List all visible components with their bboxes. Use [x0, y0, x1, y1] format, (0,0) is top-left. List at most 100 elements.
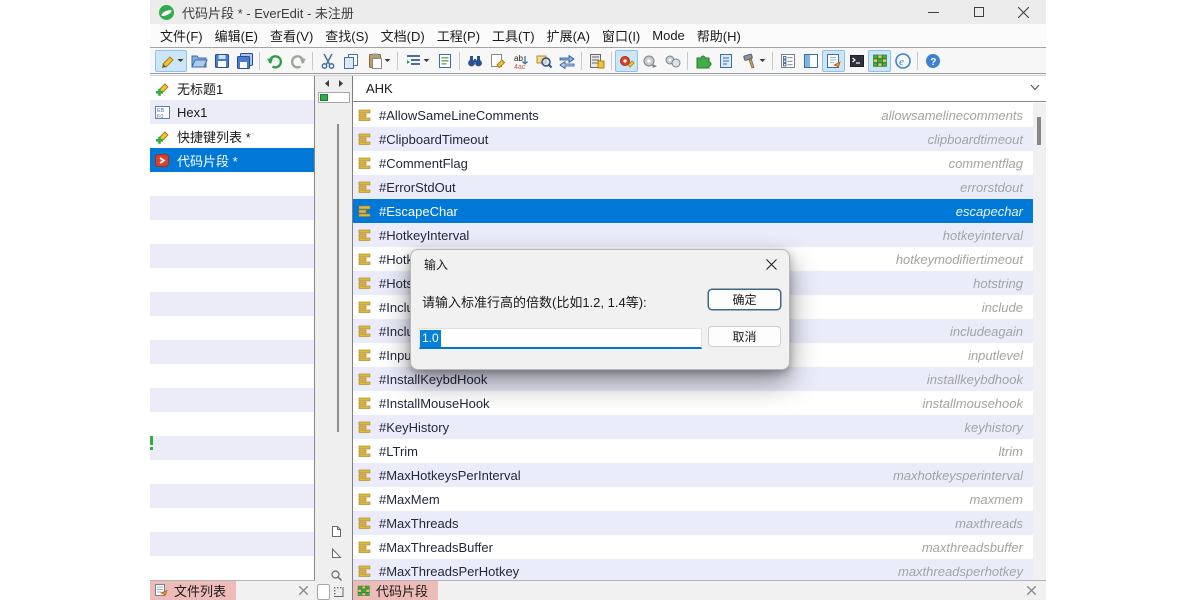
redo-button[interactable] — [286, 50, 309, 72]
plugin-button[interactable] — [691, 50, 714, 72]
snippet-row[interactable]: #InstallKeybdHookinstallkeybdhook — [353, 367, 1033, 391]
replace-text-button[interactable]: ab4ac — [509, 50, 532, 72]
snippet-row[interactable]: #EscapeCharescapechar — [353, 199, 1033, 223]
language-combo[interactable]: AHK — [353, 76, 1046, 102]
tab-file-list[interactable]: 文件列表 — [150, 581, 236, 600]
snippet-row[interactable]: #AllowSameLineCommentsallowsamelinecomme… — [353, 103, 1033, 127]
file-list-icon — [154, 583, 169, 598]
file-list-item[interactable]: 快捷键列表 * — [150, 124, 314, 148]
folder-open-button[interactable] — [187, 50, 210, 72]
ie-button[interactable]: e — [891, 50, 914, 72]
mini-slider[interactable] — [318, 92, 350, 103]
notes-button[interactable] — [714, 50, 737, 72]
ok-button[interactable]: 确定 — [708, 289, 781, 310]
svg-text:F0: F0 — [157, 114, 163, 120]
maximize-button[interactable] — [956, 0, 1001, 24]
menu-item-2[interactable]: 编辑(E) — [209, 26, 264, 45]
snippet-row[interactable]: #CommentFlagcommentflag — [353, 151, 1033, 175]
file-list-item-label: 无标题1 — [177, 79, 223, 98]
help-button[interactable]: ? — [921, 50, 944, 72]
scroll-left-icon[interactable] — [323, 79, 331, 88]
snippet-row[interactable]: #KeyHistorykeyhistory — [353, 415, 1033, 439]
tab-snippet[interactable]: 代码片段 — [353, 581, 438, 600]
file-list-item[interactable]: 代码片段 * — [150, 148, 314, 172]
snippet-row[interactable]: #MaxMemmaxmem — [353, 487, 1033, 511]
snippet-lines-icon — [358, 181, 372, 193]
menu-item-7[interactable]: 工具(T) — [486, 26, 541, 45]
file-list-item[interactable]: EBF0Hex1 — [150, 100, 314, 124]
menu-item-3[interactable]: 查看(V) — [264, 26, 319, 45]
minimize-button[interactable] — [911, 0, 956, 24]
menu-item-5[interactable]: 文档(D) — [375, 26, 431, 45]
snippet-scrollbar[interactable] — [1033, 103, 1046, 580]
snippet-name: #HotkeyInterval — [379, 228, 469, 243]
zoom-icon[interactable] — [330, 569, 343, 582]
snippet-row[interactable]: #HotkeyIntervalhotkeyinterval — [353, 223, 1033, 247]
menu-item-11[interactable]: 帮助(H) — [691, 26, 747, 45]
dialog-input[interactable]: 1.0 — [419, 328, 702, 349]
search-folder-button[interactable] — [532, 50, 555, 72]
snippet-row[interactable]: #MaxThreadsBuffermaxthreadsbuffer — [353, 535, 1033, 559]
snippet-grid-button[interactable] — [868, 50, 891, 72]
menu-item-10[interactable]: Mode — [646, 28, 691, 43]
terminal-button[interactable] — [845, 50, 868, 72]
snippet-row[interactable]: #LTrimltrim — [353, 439, 1033, 463]
snippet-trigger: maxthreadsperhotkey — [898, 564, 1023, 579]
compare-button[interactable] — [555, 50, 578, 72]
snippet-row[interactable]: #ClipboardTimeoutclipboardtimeout — [353, 127, 1033, 151]
menu-item-4[interactable]: 查找(S) — [319, 26, 374, 45]
snippet-row[interactable]: #MaxHotkeysPerIntervalmaxhotkeysperinter… — [353, 463, 1033, 487]
menu-item-1[interactable]: 文件(F) — [154, 26, 209, 45]
outline-button[interactable] — [776, 50, 799, 72]
menu-item-8[interactable]: 扩展(A) — [541, 26, 596, 45]
dialog-close-icon[interactable] — [763, 256, 779, 272]
replace-button[interactable] — [486, 50, 509, 72]
hex-grid-button[interactable] — [585, 50, 608, 72]
select-mode-icon[interactable] — [330, 547, 343, 560]
docmap-button[interactable] — [822, 50, 845, 72]
cut-button[interactable] — [316, 50, 339, 72]
undo-button[interactable] — [263, 50, 286, 72]
sidebar-tab-close-icon[interactable] — [296, 584, 310, 598]
clipped-item-marker — [150, 436, 153, 445]
file-list-empty-row — [150, 412, 314, 436]
dropdown-arrow-icon[interactable] — [177, 58, 184, 63]
main-tab-close-icon[interactable] — [1024, 584, 1038, 598]
binoculars-button[interactable] — [463, 50, 486, 72]
dropdown-arrow-icon[interactable] — [423, 58, 430, 63]
file-list-empty-row — [150, 340, 314, 364]
hex-icon: EBF0 — [154, 104, 171, 121]
dropdown-arrow-icon[interactable] — [384, 58, 391, 63]
paste-button[interactable] — [362, 50, 394, 72]
snippet-scrollbar-thumb[interactable] — [1037, 117, 1041, 145]
menu-item-6[interactable]: 工程(P) — [431, 26, 486, 45]
macros-button[interactable] — [661, 50, 684, 72]
doc-button[interactable] — [433, 50, 456, 72]
record-button[interactable] — [615, 50, 638, 72]
save-button[interactable] — [210, 50, 233, 72]
file-list-item[interactable]: 无标题1 — [150, 76, 314, 100]
cancel-button[interactable]: 取消 — [708, 326, 781, 347]
new-page-icon[interactable] — [330, 525, 343, 538]
menu-item-9[interactable]: 窗口(I) — [596, 26, 646, 45]
snippet-lines-icon — [358, 373, 372, 385]
snippet-row[interactable]: #ErrorStdOuterrorstdout — [353, 175, 1033, 199]
snippet-row[interactable]: #InstallMouseHookinstallmousehook — [353, 391, 1033, 415]
dropdown-arrow-icon[interactable] — [759, 58, 766, 63]
snippet-row[interactable]: #MaxThreadsmaxthreads — [353, 511, 1033, 535]
pencil-button[interactable] — [155, 50, 187, 72]
mini-slider-thumb[interactable] — [320, 94, 328, 101]
splitter-line[interactable] — [337, 124, 339, 432]
scrollbar-stub[interactable] — [317, 584, 330, 600]
copy-button[interactable] — [339, 50, 362, 72]
scroll-right-icon[interactable] — [337, 79, 345, 88]
save-all-button[interactable] — [233, 50, 256, 72]
snippet-row[interactable]: #MaxThreadsPerHotkeymaxthreadsperhotkey — [353, 559, 1033, 580]
split-view-button[interactable] — [799, 50, 822, 72]
play-button[interactable] — [638, 50, 661, 72]
dotgrid-icon[interactable] — [332, 585, 345, 598]
hammer-button[interactable] — [737, 50, 769, 72]
close-button[interactable] — [1001, 0, 1046, 24]
pencil-new-icon — [154, 128, 171, 145]
indent-button[interactable] — [401, 50, 433, 72]
